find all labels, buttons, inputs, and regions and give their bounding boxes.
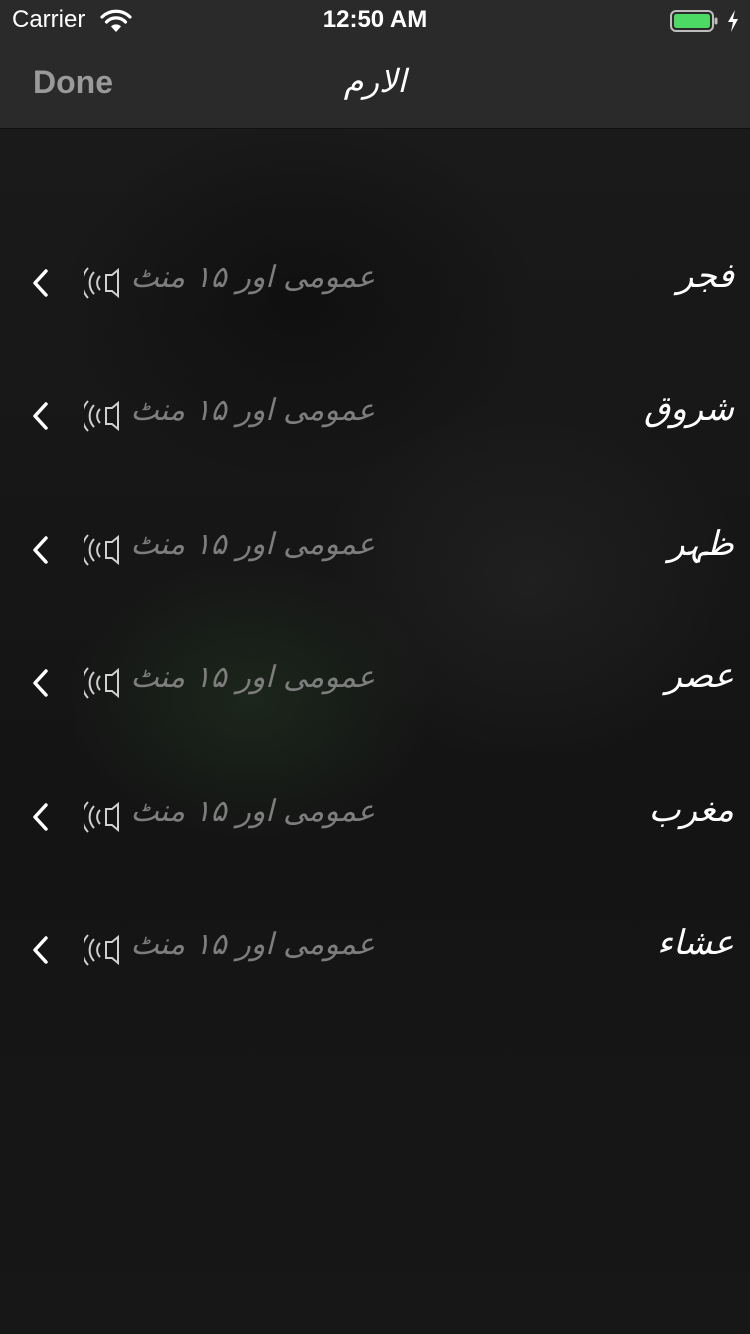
chevron-left-icon [33,669,48,697]
top-bar: Carrier 12:50 AM Done الارم [0,0,750,129]
chevron-left-icon [33,936,48,964]
list-item[interactable]: عمومی اور ۱۵ منٹ عصر [0,628,750,738]
alarm-detail: عمومی اور ۱۵ منٹ [130,660,375,695]
list-item[interactable]: عمومی اور ۱۵ منٹ عشاء [0,895,750,1005]
chevron-left-icon [33,536,48,564]
chevron-left-icon [33,803,48,831]
alarm-detail: عمومی اور ۱۵ منٹ [130,794,375,829]
prayer-name: فجر [677,256,734,296]
speaker-icon [84,801,119,833]
prayer-name: ظہر [668,524,734,564]
list-item[interactable]: عمومی اور ۱۵ منٹ مغرب [0,762,750,872]
navigation-bar: Done الارم [0,40,750,128]
chevron-left-icon [33,402,48,430]
list-item[interactable]: عمومی اور ۱۵ منٹ فجر [0,228,750,338]
charging-icon [728,10,738,32]
prayer-name: عصر [665,656,734,696]
alarm-detail: عمومی اور ۱۵ منٹ [130,393,375,428]
speaker-icon [84,400,119,432]
speaker-icon [84,667,119,699]
page-title: الارم [343,62,407,100]
speaker-icon [84,934,119,966]
prayer-name: شروق [643,389,734,429]
chevron-left-icon [33,269,48,297]
status-time: 12:50 AM [322,6,428,33]
prayer-name: مغرب [648,790,734,830]
status-bar: Carrier 12:50 AM [0,0,750,40]
speaker-icon [84,267,119,299]
alarm-detail: عمومی اور ۱۵ منٹ [130,927,375,962]
battery-icon [670,10,718,32]
speaker-icon [84,534,119,566]
list-item[interactable]: عمومی اور ۱۵ منٹ ظہر [0,495,750,605]
alarm-detail: عمومی اور ۱۵ منٹ [130,260,375,295]
prayer-name: عشاء [657,923,734,963]
alarm-detail: عمومی اور ۱۵ منٹ [130,527,375,562]
alarm-screen: Carrier 12:50 AM Done الارم عمومی اور ۱۵… [0,0,750,1334]
list-item[interactable]: عمومی اور ۱۵ منٹ شروق [0,361,750,471]
